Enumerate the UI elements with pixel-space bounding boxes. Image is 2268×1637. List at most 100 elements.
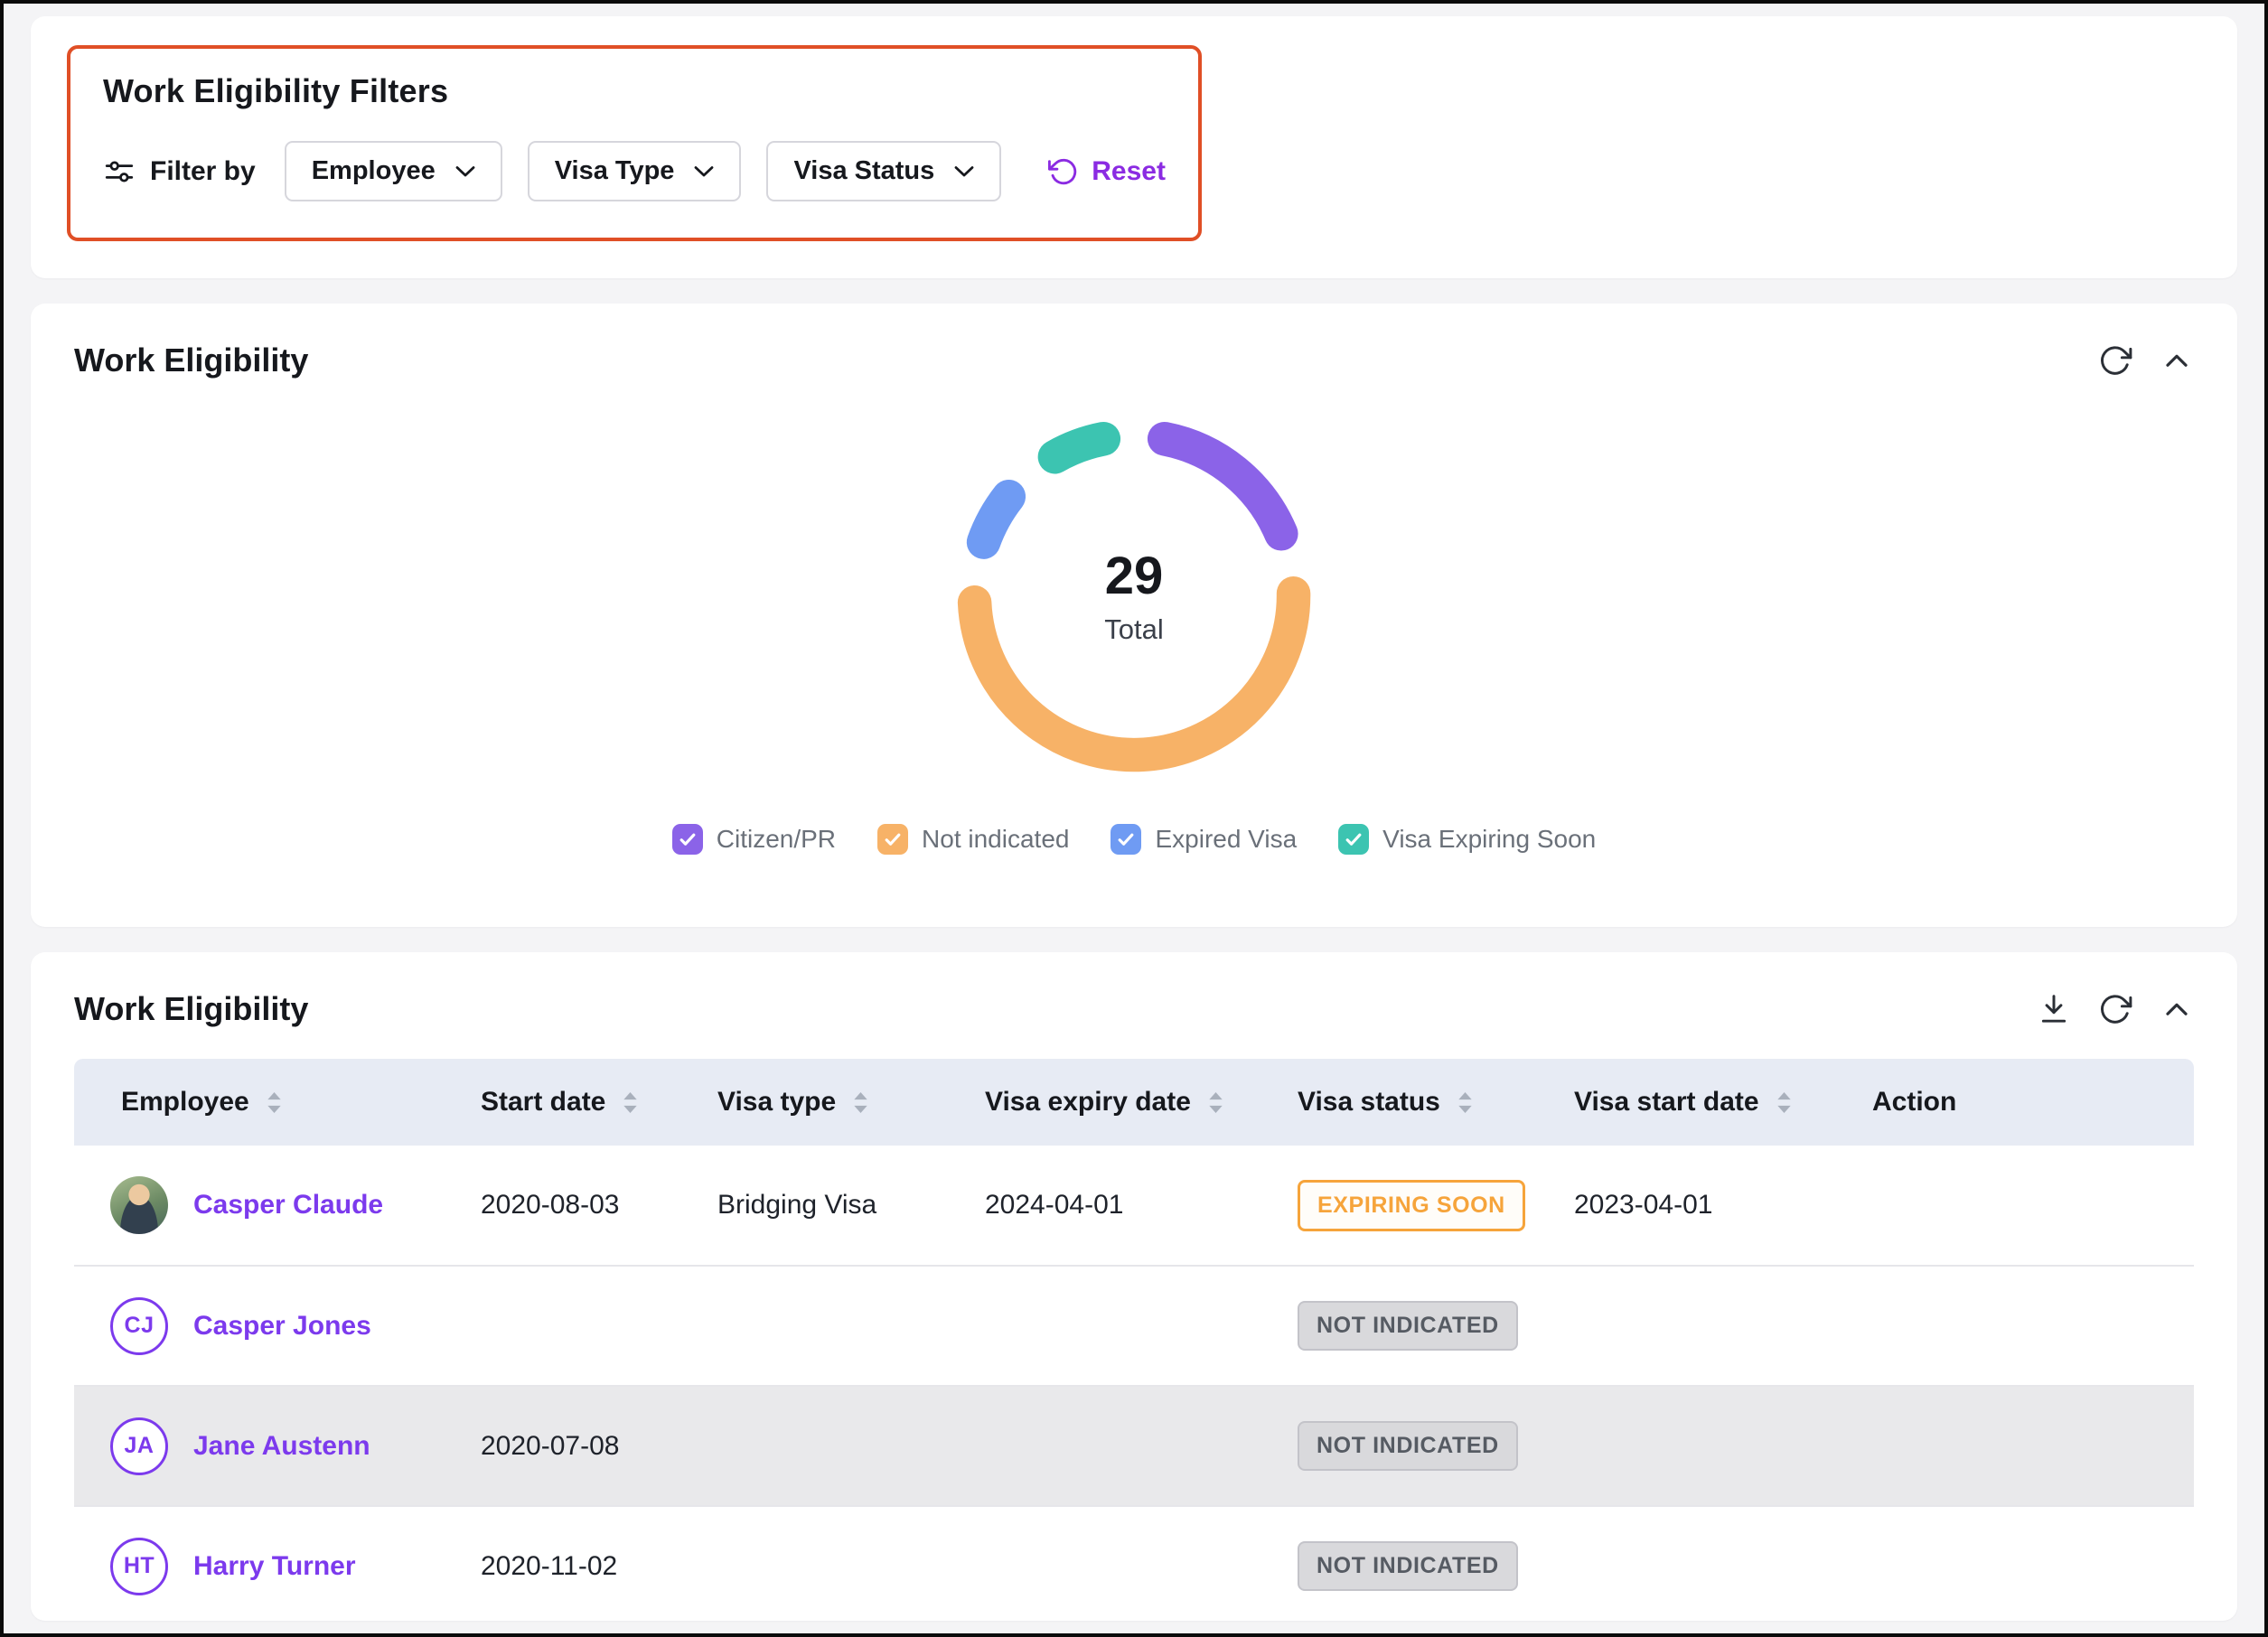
employee-avatar-initials: CJ — [110, 1297, 168, 1355]
chevron-down-icon — [455, 165, 475, 178]
reset-filters-button[interactable]: Reset — [1048, 156, 1166, 187]
sort-icon — [850, 1090, 871, 1116]
sort-button-visa-start-date[interactable]: Visa start date — [1574, 1087, 1795, 1118]
employee-name-link[interactable]: Casper Jones — [193, 1311, 371, 1342]
visa-type-cell — [717, 1506, 985, 1621]
sort-button-visa-expiry-date[interactable]: Visa expiry date — [985, 1087, 1226, 1118]
filters-row: Filter by Employee Visa Type Visa Status — [103, 141, 1166, 201]
dropdown-label: Employee — [312, 156, 436, 186]
donut-total-value: 29 — [1105, 546, 1164, 606]
visa-type-cell — [717, 1386, 985, 1506]
legend-item[interactable]: Citizen/PR — [672, 824, 836, 855]
sort-button-start-date[interactable]: Start date — [481, 1087, 641, 1118]
employee-cell: HT Harry Turner — [74, 1506, 481, 1621]
visa-status-cell: EXPIRING SOON — [1298, 1146, 1574, 1266]
legend-label: Visa Expiring Soon — [1382, 825, 1596, 854]
visa-expiry-date-cell — [985, 1266, 1298, 1386]
table-row: HT Harry Turner 2020-11-02 NOT INDICATED — [74, 1506, 2194, 1621]
column-label: Action — [1872, 1087, 1956, 1117]
chart-card-title: Work Eligibility — [74, 341, 308, 379]
employee-cell: CJ Casper Jones — [74, 1266, 481, 1386]
visa-status-cell: NOT INDICATED — [1298, 1266, 1574, 1386]
legend-item[interactable]: Not indicated — [877, 824, 1069, 855]
legend-checkbox[interactable] — [877, 824, 908, 855]
chart-legend: Citizen/PR Not indicated Expired Visa Visa … — [74, 824, 2194, 855]
filter-by-label: Filter by — [150, 156, 256, 187]
start-date-cell — [481, 1266, 717, 1386]
legend-label: Not indicated — [922, 825, 1069, 854]
filters-card: Work Eligibility Filters Filter by Emplo… — [31, 16, 2237, 278]
check-icon — [677, 828, 698, 850]
sliders-icon — [103, 155, 136, 188]
table-row: Casper Claude 2020-08-03 Bridging Visa 2… — [74, 1146, 2194, 1266]
table-card-actions — [2037, 992, 2194, 1026]
work-eligibility-table-card: Work Eligibility — [31, 952, 2237, 1621]
legend-item[interactable]: Visa Expiring Soon — [1338, 824, 1596, 855]
sort-button-visa-type[interactable]: Visa type — [717, 1087, 871, 1118]
legend-item[interactable]: Expired Visa — [1111, 824, 1297, 855]
column-label: Visa type — [717, 1087, 836, 1118]
visa-start-date-cell: 2023-04-01 — [1574, 1146, 1872, 1266]
collapse-button[interactable] — [2160, 343, 2194, 378]
chart-card-header: Work Eligibility — [74, 341, 2194, 379]
refresh-button[interactable] — [2098, 343, 2132, 378]
column-label: Employee — [121, 1087, 249, 1118]
visa-status-badge: EXPIRING SOON — [1298, 1180, 1525, 1231]
sort-icon — [1205, 1090, 1226, 1116]
employee-filter-dropdown[interactable]: Employee — [285, 141, 502, 201]
legend-label: Expired Visa — [1155, 825, 1297, 854]
column-header-visa-start-date: Visa start date — [1574, 1059, 1872, 1146]
sort-icon — [264, 1090, 285, 1116]
chevron-up-icon — [2160, 343, 2194, 378]
sort-icon — [1455, 1090, 1476, 1116]
action-cell — [1872, 1266, 2194, 1386]
employee-name-link[interactable]: Harry Turner — [193, 1551, 356, 1582]
visa-start-date-cell — [1574, 1506, 1872, 1621]
action-cell — [1872, 1506, 2194, 1621]
start-date-cell: 2020-08-03 — [481, 1146, 717, 1266]
download-icon — [2037, 992, 2071, 1026]
donut-chart-wrap: 29 Total — [938, 399, 1330, 791]
visa-status-cell: NOT INDICATED — [1298, 1506, 1574, 1621]
table-card-title: Work Eligibility — [74, 990, 308, 1028]
visa-status-badge: NOT INDICATED — [1298, 1541, 1518, 1591]
legend-checkbox[interactable] — [672, 824, 703, 855]
employee-name-link[interactable]: Casper Claude — [193, 1190, 383, 1221]
filter-by: Filter by — [103, 155, 256, 188]
employee-avatar-photo — [110, 1176, 168, 1234]
sort-icon — [620, 1090, 641, 1116]
table-card-header: Work Eligibility — [74, 990, 2194, 1028]
collapse-button[interactable] — [2160, 992, 2194, 1026]
column-header-start-date: Start date — [481, 1059, 717, 1146]
donut-total-label: Total — [1104, 613, 1163, 646]
visa-status-filter-dropdown[interactable]: Visa Status — [766, 141, 1001, 201]
legend-checkbox[interactable] — [1111, 824, 1141, 855]
refresh-icon — [2098, 992, 2132, 1026]
visa-type-cell — [717, 1266, 985, 1386]
employee-cell: Casper Claude — [74, 1146, 481, 1266]
work-eligibility-table: Employee Start date Vi — [74, 1059, 2194, 1621]
download-button[interactable] — [2037, 992, 2071, 1026]
visa-status-badge: NOT INDICATED — [1298, 1421, 1518, 1471]
employee-avatar-initials: HT — [110, 1538, 168, 1595]
column-label: Visa expiry date — [985, 1087, 1191, 1118]
sort-button-employee[interactable]: Employee — [121, 1087, 285, 1118]
refresh-button[interactable] — [2098, 992, 2132, 1026]
column-label: Visa start date — [1574, 1087, 1759, 1118]
employee-name-link[interactable]: Jane Austenn — [193, 1431, 370, 1462]
column-header-employee: Employee — [74, 1059, 481, 1146]
check-icon — [1115, 828, 1137, 850]
visa-expiry-date-cell: 2024-04-01 — [985, 1146, 1298, 1266]
visa-expiry-date-cell — [985, 1506, 1298, 1621]
employee-cell: JA Jane Austenn — [74, 1386, 481, 1506]
column-header-visa-expiry-date: Visa expiry date — [985, 1059, 1298, 1146]
visa-start-date-cell — [1574, 1266, 1872, 1386]
visa-type-cell: Bridging Visa — [717, 1146, 985, 1266]
visa-status-badge: NOT INDICATED — [1298, 1301, 1518, 1351]
work-eligibility-chart-card: Work Eligibility 29 Total Citizen — [31, 304, 2237, 927]
reset-label: Reset — [1092, 156, 1166, 187]
action-cell — [1872, 1386, 2194, 1506]
sort-button-visa-status[interactable]: Visa status — [1298, 1087, 1476, 1118]
legend-checkbox[interactable] — [1338, 824, 1369, 855]
visa-type-filter-dropdown[interactable]: Visa Type — [528, 141, 742, 201]
